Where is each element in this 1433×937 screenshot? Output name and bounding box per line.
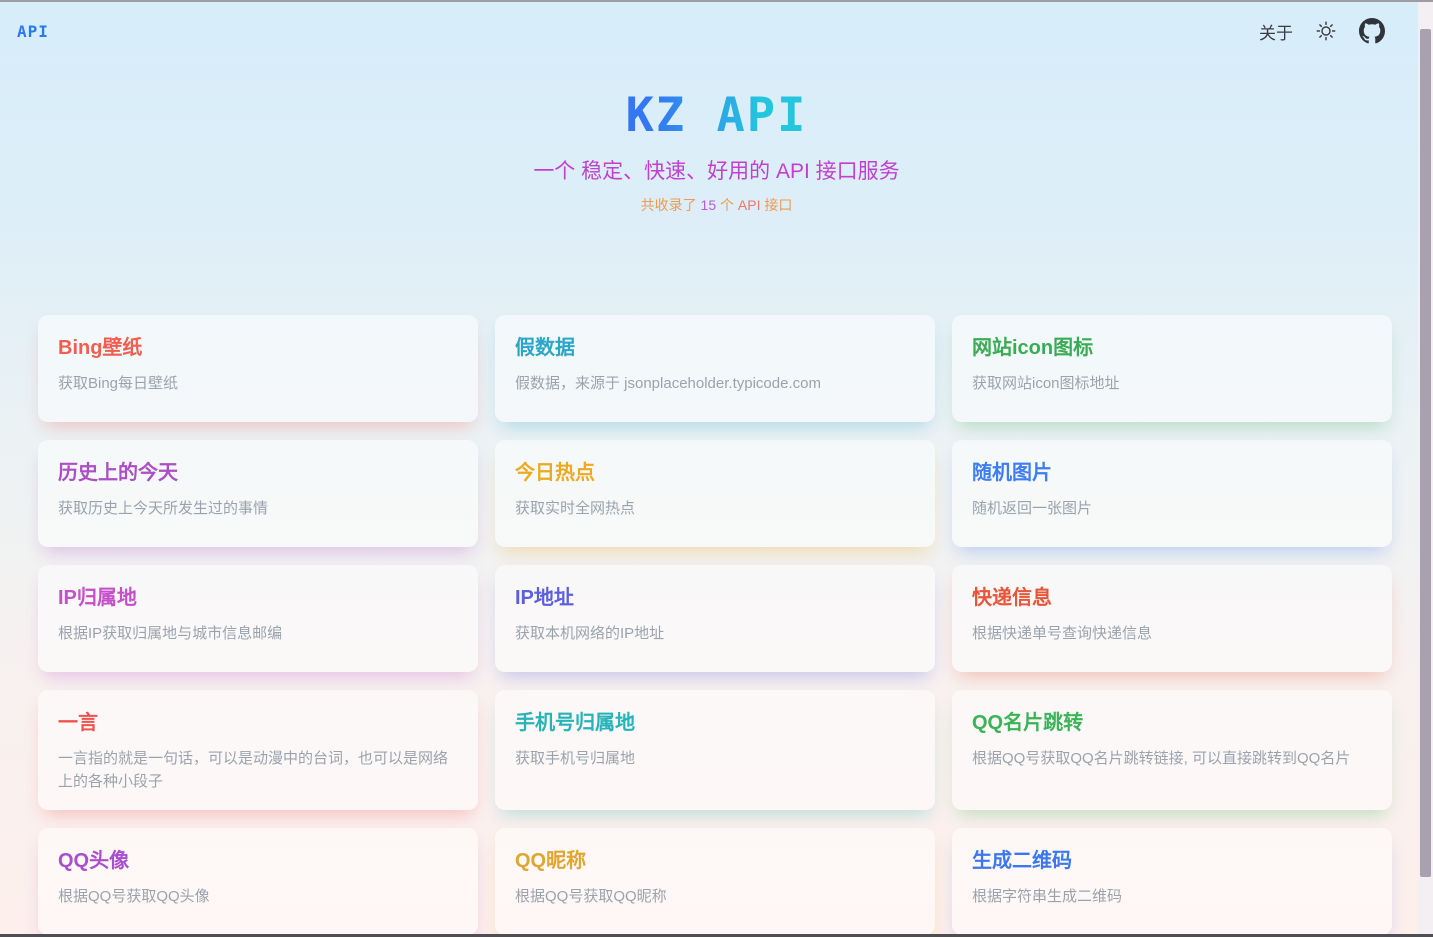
card-title: QQ昵称 (515, 844, 915, 873)
api-card-qq-avatar[interactable]: QQ头像 根据QQ号获取QQ头像 (38, 828, 478, 935)
api-card-qrcode[interactable]: 生成二维码 根据字符串生成二维码 (952, 828, 1392, 935)
count-api-word: API (738, 197, 761, 213)
card-description: 随机返回一张图片 (972, 497, 1372, 520)
card-title: QQ名片跳转 (972, 706, 1372, 735)
api-card-qq-profile-jump[interactable]: QQ名片跳转 根据QQ号获取QQ名片跳转链接, 可以直接跳转到QQ名片 (952, 690, 1392, 810)
site-logo[interactable]: API (17, 22, 49, 41)
api-count-line: 共收录了 15 个 API 接口 (0, 195, 1433, 215)
card-title: 生成二维码 (972, 844, 1372, 873)
api-card-phone-location[interactable]: 手机号归属地 获取手机号归属地 (495, 690, 935, 810)
site-header: API 关于 (0, 0, 1433, 62)
card-description: 根据字符串生成二维码 (972, 885, 1372, 908)
card-description: 获取历史上今天所发生过的事情 (58, 497, 458, 520)
card-title: 网站icon图标 (972, 331, 1372, 360)
card-title: IP归属地 (58, 581, 458, 610)
card-title: 历史上的今天 (58, 456, 458, 485)
count-prefix: 共收录了 (641, 197, 701, 213)
vertical-scrollbar[interactable] (1418, 2, 1433, 934)
api-card-ip-address[interactable]: IP地址 获取本机网络的IP地址 (495, 565, 935, 672)
api-card-site-icon[interactable]: 网站icon图标 获取网站icon图标地址 (952, 315, 1392, 422)
card-description: 根据快递单号查询快递信息 (972, 622, 1372, 645)
card-title: 快递信息 (972, 581, 1372, 610)
card-title: Bing壁纸 (58, 331, 458, 360)
card-description: 获取网站icon图标地址 (972, 372, 1372, 395)
page-subtitle: 一个 稳定、快速、好用的 API 接口服务 (0, 155, 1433, 185)
api-card-history-today[interactable]: 历史上的今天 获取历史上今天所发生过的事情 (38, 440, 478, 547)
api-card-hot-topics[interactable]: 今日热点 获取实时全网热点 (495, 440, 935, 547)
about-link[interactable]: 关于 (1259, 19, 1293, 44)
card-title: QQ头像 (58, 844, 458, 873)
page-title: KZ API (626, 88, 808, 143)
count-middle: 个 (716, 197, 738, 213)
card-description: 根据QQ号获取QQ昵称 (515, 885, 915, 908)
hero-section: KZ API 一个 稳定、快速、好用的 API 接口服务 共收录了 15 个 A… (0, 88, 1433, 215)
card-title: 随机图片 (972, 456, 1372, 485)
card-title: 假数据 (515, 331, 915, 360)
header-nav: 关于 (1259, 18, 1385, 44)
api-card-bing-wallpaper[interactable]: Bing壁纸 获取Bing每日壁纸 (38, 315, 478, 422)
card-description: 获取手机号归属地 (515, 747, 915, 770)
api-card-ip-location[interactable]: IP归属地 根据IP获取归属地与城市信息邮编 (38, 565, 478, 672)
card-description: 根据QQ号获取QQ头像 (58, 885, 458, 908)
card-title: 今日热点 (515, 456, 915, 485)
card-description: 获取Bing每日壁纸 (58, 372, 458, 395)
api-card-hitokoto[interactable]: 一言 一言指的就是一句话，可以是动漫中的台词，也可以是网络上的各种小段子 (38, 690, 478, 810)
scrollbar-thumb[interactable] (1420, 29, 1431, 877)
api-card-fake-data[interactable]: 假数据 假数据，来源于 jsonplaceholder.typicode.com (495, 315, 935, 422)
theme-toggle-sun-icon[interactable] (1315, 20, 1337, 42)
api-card-express-info[interactable]: 快递信息 根据快递单号查询快递信息 (952, 565, 1392, 672)
card-description: 假数据，来源于 jsonplaceholder.typicode.com (515, 372, 915, 395)
count-suffix: 接口 (760, 197, 792, 213)
card-description: 获取本机网络的IP地址 (515, 622, 915, 645)
count-number: 15 (701, 197, 717, 213)
github-icon[interactable] (1359, 18, 1385, 44)
card-description: 根据IP获取归属地与城市信息邮编 (58, 622, 458, 645)
api-card-qq-nickname[interactable]: QQ昵称 根据QQ号获取QQ昵称 (495, 828, 935, 935)
api-card-grid: Bing壁纸 获取Bing每日壁纸 假数据 假数据，来源于 jsonplaceh… (38, 315, 1392, 935)
card-description: 一言指的就是一句话，可以是动漫中的台词，也可以是网络上的各种小段子 (58, 747, 458, 794)
card-title: 手机号归属地 (515, 706, 915, 735)
window-top-border (0, 0, 1433, 2)
api-card-random-image[interactable]: 随机图片 随机返回一张图片 (952, 440, 1392, 547)
card-description: 获取实时全网热点 (515, 497, 915, 520)
card-description: 根据QQ号获取QQ名片跳转链接, 可以直接跳转到QQ名片 (972, 747, 1372, 770)
card-title: 一言 (58, 706, 458, 735)
card-title: IP地址 (515, 581, 915, 610)
